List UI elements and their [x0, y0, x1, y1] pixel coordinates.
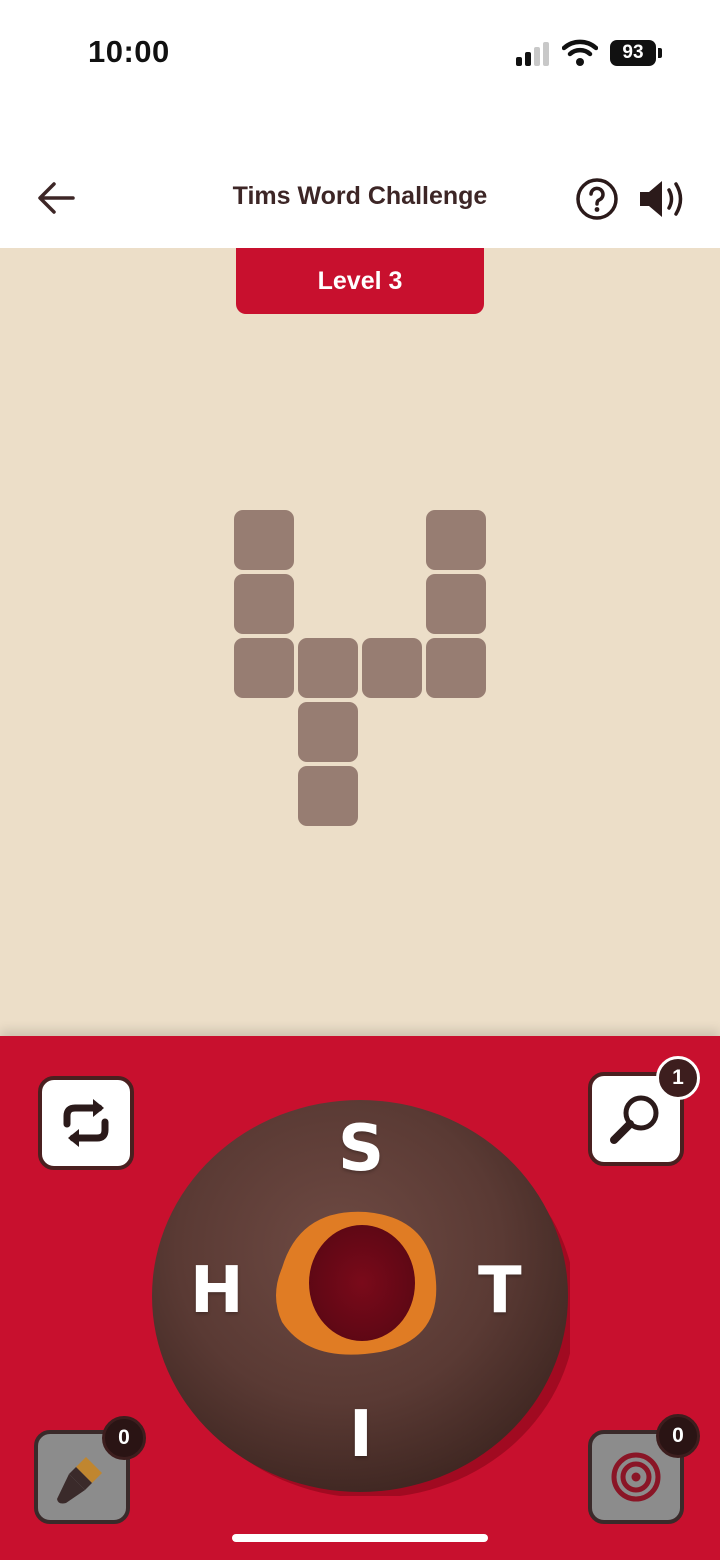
battery-icon: 93: [610, 40, 656, 66]
status-bar: 10:00 93: [0, 0, 720, 110]
app-header: Tims Word Challenge: [0, 150, 720, 248]
speaker-icon[interactable]: [636, 176, 688, 222]
wheel-letter-h[interactable]: H: [190, 1254, 244, 1328]
letter-tile: [234, 574, 294, 634]
arrow-left-icon: [38, 182, 75, 214]
letter-tile: [298, 766, 358, 826]
letter-tile: [234, 638, 294, 698]
target-count-badge: 0: [656, 1414, 700, 1458]
back-button[interactable]: [32, 176, 80, 220]
letter-tile: [362, 638, 422, 698]
letter-tile: [426, 510, 486, 570]
letter-wheel-panel: 1 S H T I 0 0: [0, 1036, 720, 1560]
wheel-letter-i[interactable]: I: [349, 1398, 373, 1472]
home-indicator[interactable]: [232, 1534, 488, 1542]
level-badge: Level 3: [236, 248, 484, 314]
wheel-letter-t[interactable]: T: [478, 1254, 522, 1328]
letter-tile: [298, 638, 358, 698]
wifi-icon: [562, 39, 598, 66]
question-circle-icon[interactable]: [574, 176, 620, 222]
battery-tip: [658, 48, 662, 58]
target-icon: [611, 1452, 661, 1502]
hint-count-badge: 1: [656, 1056, 700, 1100]
cellular-signal-icon: [516, 42, 552, 66]
wheel-letter-s[interactable]: S: [338, 1112, 384, 1186]
shuffle-button[interactable]: [38, 1076, 134, 1170]
page-title: Tims Word Challenge: [232, 182, 488, 210]
letter-tile: [426, 638, 486, 698]
magnifier-icon: [610, 1095, 659, 1144]
letter-tile: [426, 574, 486, 634]
paintbrush-icon: [57, 1457, 102, 1504]
letter-tile: [298, 702, 358, 762]
shuffle-icon: [63, 1099, 109, 1147]
status-time: 10:00: [88, 34, 170, 69]
crossword-board: Level 3: [0, 248, 720, 1036]
paintbrush-count-badge: 0: [102, 1416, 146, 1460]
letter-tile: [234, 510, 294, 570]
